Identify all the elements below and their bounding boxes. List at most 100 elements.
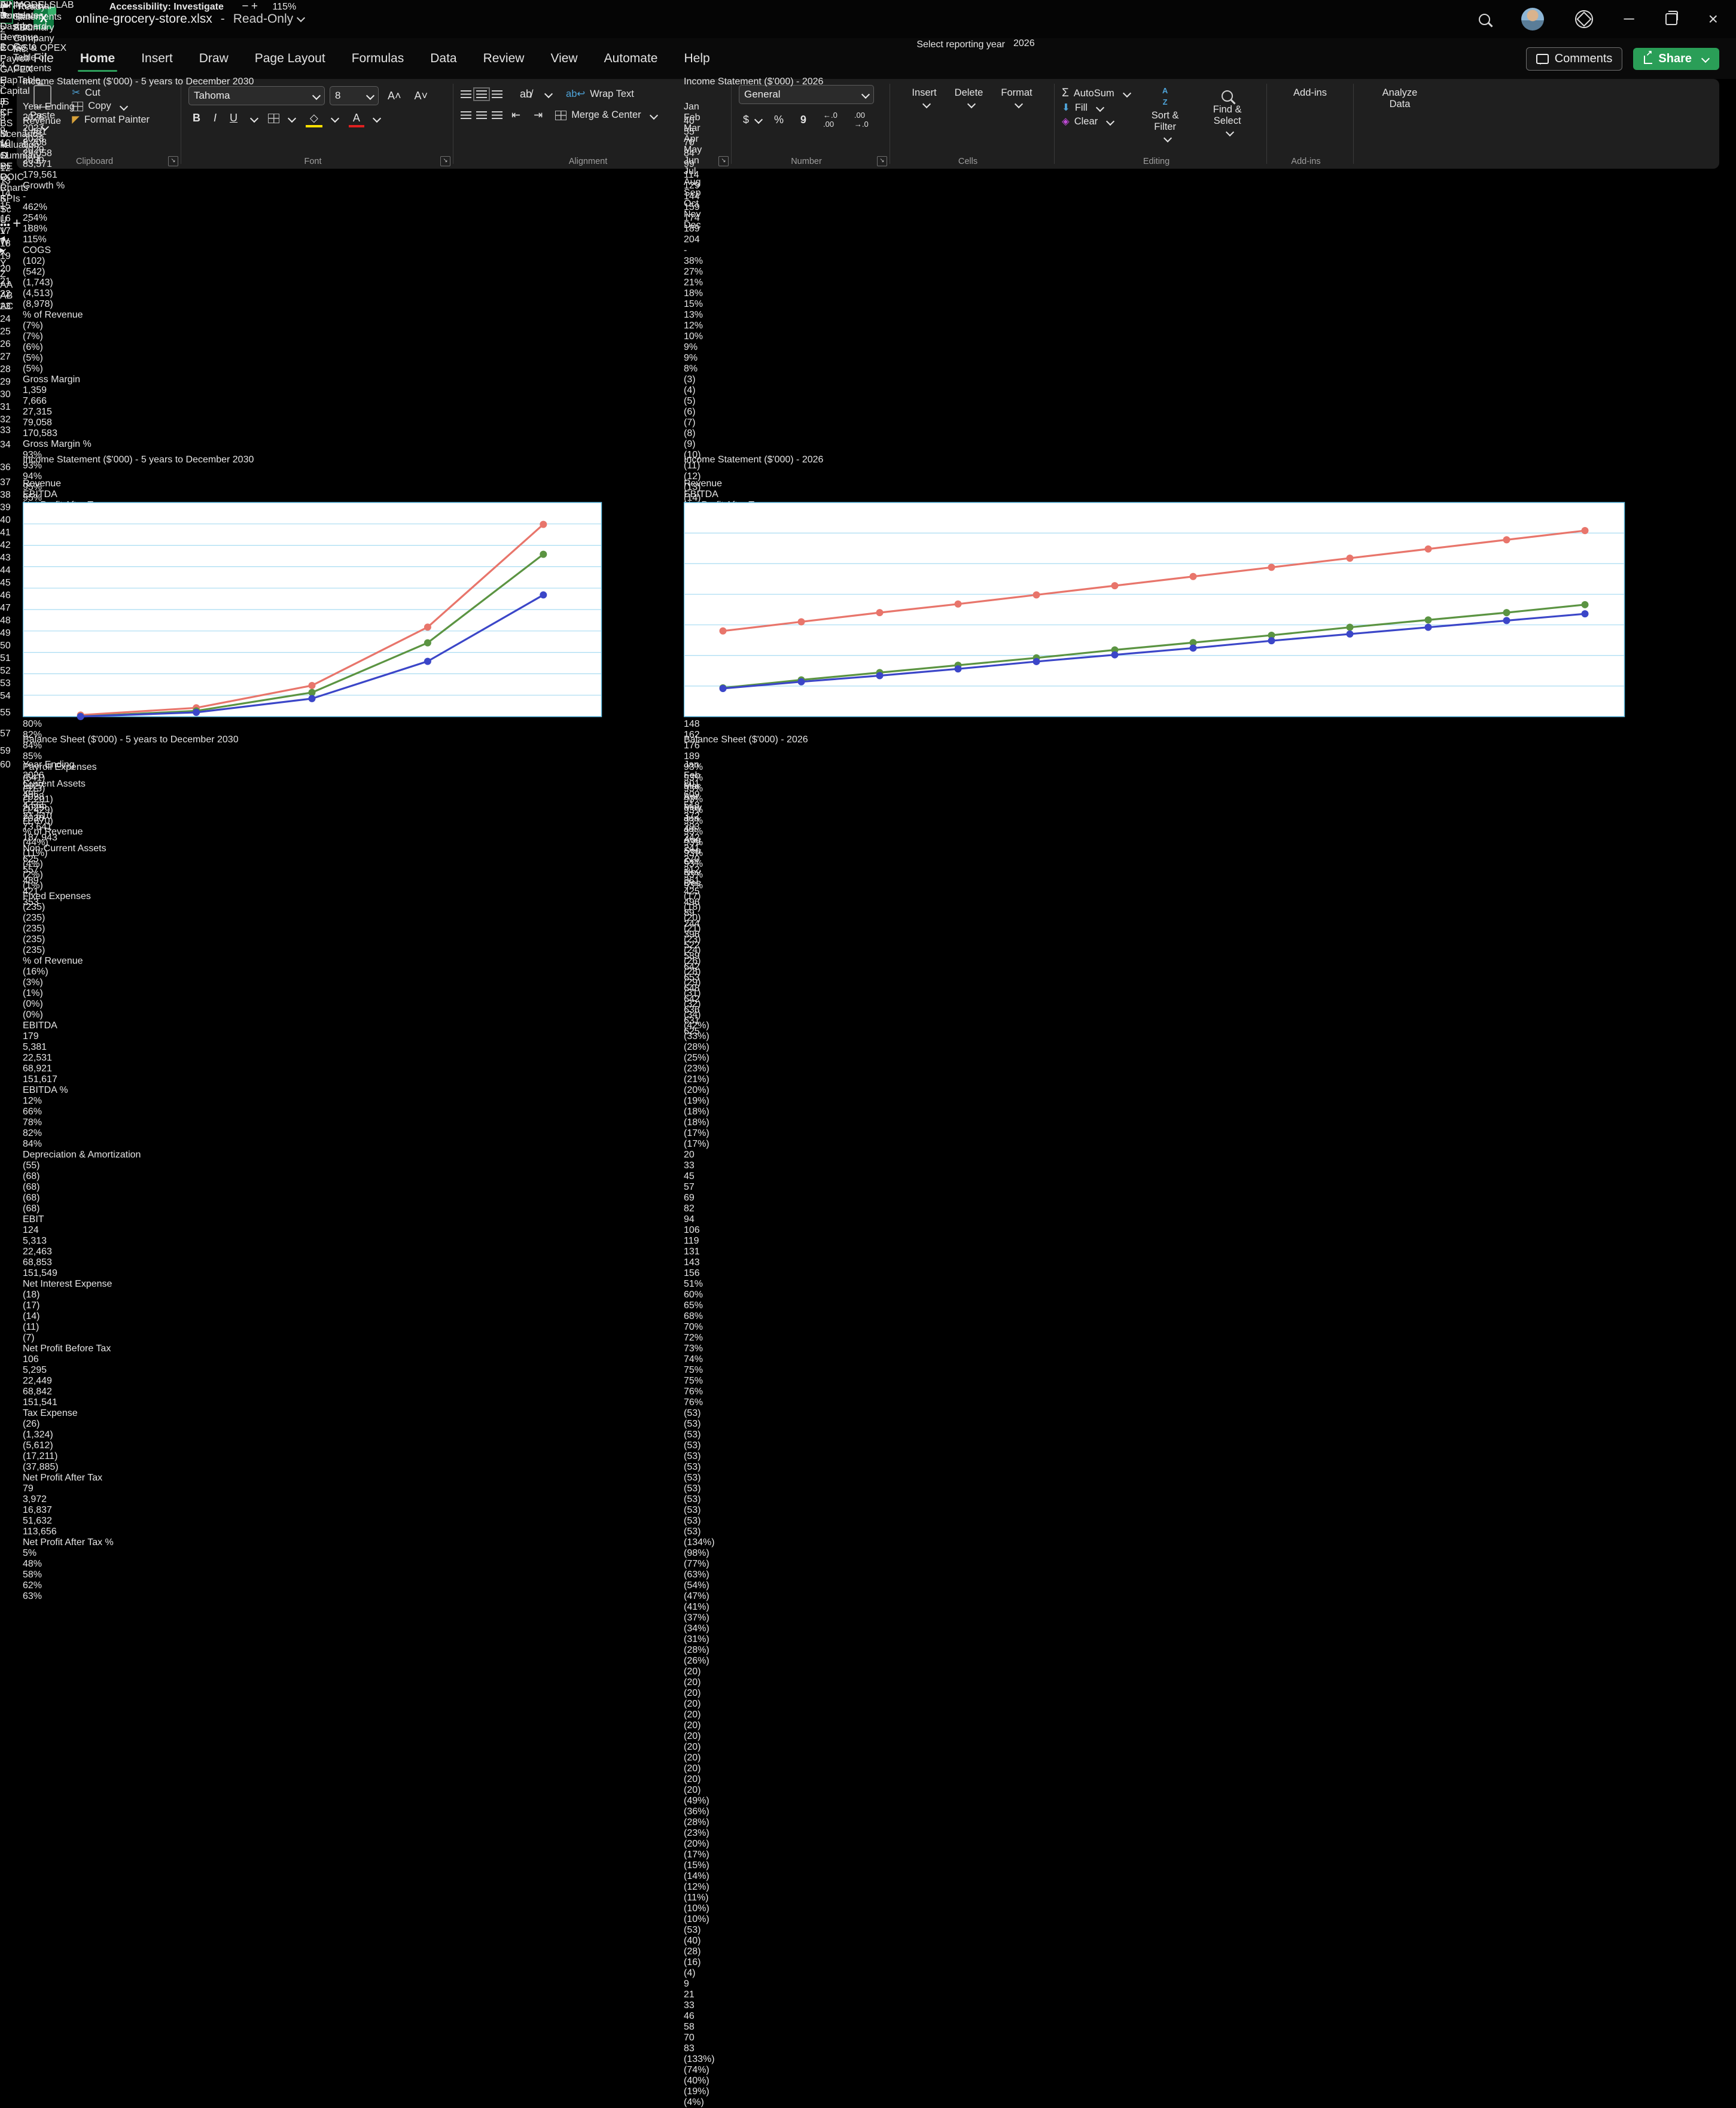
table-cell[interactable]: (17%) (684, 1139, 754, 1150)
autosum-button[interactable]: Σ AutoSum (1062, 87, 1131, 100)
table-cell[interactable]: 174 (684, 213, 754, 224)
table-cell[interactable]: 179 (23, 1031, 84, 1042)
table-cell[interactable]: (20%) (684, 1839, 754, 1850)
table-cell[interactable]: 5,313 (23, 1236, 84, 1247)
row-header-24[interactable]: 24 (0, 313, 11, 325)
table-cell[interactable]: (19%) (684, 2086, 754, 2097)
table-cell[interactable]: 82% (23, 1128, 84, 1139)
table-cell[interactable]: (23%) (684, 1828, 754, 1839)
table-cell[interactable]: 204 (684, 234, 754, 245)
sheet-tab-be[interactable]: BE (0, 162, 66, 172)
table-cell[interactable]: (55) (23, 1160, 84, 1171)
table-cell[interactable]: 70% (684, 1322, 754, 1333)
table-cell[interactable]: (7%) (23, 331, 84, 342)
table-cell[interactable]: 151,617 (23, 1074, 84, 1085)
table-cell[interactable]: 79,058 (23, 418, 84, 428)
table-cell[interactable]: 73,641 (23, 822, 84, 833)
row-header-49[interactable]: 49 (0, 627, 11, 639)
table-cell[interactable]: 9% (684, 342, 754, 353)
table-cell[interactable]: 75% (684, 1365, 754, 1376)
table-cell[interactable]: (53) (684, 1925, 754, 1936)
table-cell[interactable]: (41%) (684, 1602, 754, 1613)
table-cell[interactable]: (542) (23, 267, 84, 278)
table-cell[interactable]: (68) (23, 1193, 84, 1204)
income-statement-monthly-table[interactable]: 40 55 70 84 99 114 129 144 159 174 189 204-38% 27% 21… (684, 116, 1667, 2108)
menu-tab-help[interactable]: Help (671, 43, 723, 74)
horizontal-scrollbar[interactable]: ◂ ▸ (0, 232, 66, 256)
table-cell[interactable]: (37,885) (23, 1462, 84, 1473)
close-button[interactable]: × (1708, 11, 1718, 28)
row-header-36[interactable]: 36 (0, 459, 11, 476)
table-cell[interactable]: 21 (684, 1990, 754, 2000)
table-cell[interactable]: (26%) (684, 1656, 754, 1667)
table-cell[interactable]: - (684, 245, 754, 256)
table-cell[interactable]: 648 (684, 983, 754, 994)
wrap-text-button[interactable]: ab↩ Wrap Text (566, 88, 634, 100)
table-cell[interactable]: 57 (684, 1182, 754, 1193)
table-cell[interactable]: 187,943 (23, 833, 84, 843)
table-cell[interactable]: 4,565 (23, 800, 84, 811)
sheet-tab-scenarios[interactable]: Scenarios (0, 129, 66, 140)
sheet-tab-payroll[interactable]: Payroll (0, 54, 66, 65)
more-sheets-button[interactable]: ••• (0, 220, 10, 230)
menu-tab-draw[interactable]: Draw (186, 43, 242, 74)
table-cell[interactable]: 312 (684, 865, 754, 876)
table-cell[interactable]: 18% (684, 288, 754, 299)
table-cell[interactable]: 642 (684, 962, 754, 973)
table-cell[interactable]: 124 (23, 1225, 84, 1236)
table-cell[interactable]: (5,612) (23, 1440, 84, 1451)
table-cell[interactable]: 625 (684, 1026, 754, 1037)
read-only-badge[interactable]: Read-Only (233, 12, 306, 26)
search-icon[interactable] (1478, 13, 1490, 25)
add-sheet-button[interactable]: + (13, 215, 21, 231)
table-cell[interactable]: (53) (684, 1408, 754, 1419)
table-cell[interactable]: (17%) (684, 1128, 754, 1139)
table-cell[interactable]: 27,315 (23, 407, 84, 418)
table-cell[interactable]: 131 (684, 1247, 754, 1257)
table-cell[interactable]: (17,211) (23, 1451, 84, 1462)
row-header-55[interactable]: 55 (0, 702, 11, 723)
row-label[interactable]: Gross Margin (23, 374, 305, 385)
table-cell[interactable]: (5%) (23, 364, 84, 374)
table-cell[interactable]: 27% (684, 267, 754, 278)
row-label[interactable]: Net Profit Before Tax (23, 1344, 305, 1354)
table-cell[interactable]: 21,610 (23, 811, 84, 822)
sheet-tab-cogs-opex[interactable]: COGS & OPEX (0, 43, 66, 54)
table-cell[interactable]: 68% (684, 1311, 754, 1322)
row-header-34[interactable]: 34 (0, 435, 11, 455)
table-cell[interactable]: (68) (23, 1171, 84, 1182)
table-cell[interactable]: 65% (684, 1300, 754, 1311)
table-cell[interactable]: (134%) (684, 1537, 754, 1548)
table-cell[interactable]: (34%) (684, 1623, 754, 1634)
row-header-43[interactable]: 43 (0, 552, 11, 564)
table-cell[interactable]: (235) (23, 934, 84, 945)
table-cell[interactable]: 51,632 (23, 1516, 84, 1527)
row-label[interactable]: EBITDA (23, 1021, 305, 1031)
table-cell[interactable]: 496 (684, 897, 754, 908)
table-cell[interactable]: 353 (23, 897, 84, 908)
sheet-tab-dashboard[interactable]: Dashboard (0, 22, 66, 32)
table-cell[interactable]: 79 (23, 1483, 84, 1494)
table-cell[interactable]: (20) (684, 1785, 754, 1796)
table-cell[interactable]: 241 (684, 843, 754, 854)
row-header-51[interactable]: 51 (0, 652, 11, 665)
table-cell[interactable]: 636 (684, 1005, 754, 1016)
table-cell[interactable]: (5%) (23, 353, 84, 364)
orientation-button[interactable]: ab̸ (516, 87, 536, 101)
row-header-38[interactable]: 38 (0, 489, 11, 501)
table-cell[interactable]: 78% (23, 1117, 84, 1128)
row-header-50[interactable]: 50 (0, 639, 11, 652)
row-header-23[interactable]: 23 (0, 300, 11, 313)
table-cell[interactable]: (68) (23, 1182, 84, 1193)
table-cell[interactable]: 82 (684, 1204, 754, 1214)
menu-tab-insert[interactable]: Insert (128, 43, 186, 74)
row-label[interactable]: % of Revenue (23, 310, 305, 321)
table-cell[interactable]: (12%) (684, 1882, 754, 1893)
table-cell[interactable]: (133%) (684, 2054, 754, 2065)
sheet-tab-sc[interactable]: Sc (0, 205, 66, 215)
table-cell[interactable]: (53) (684, 1451, 754, 1462)
row-header-41[interactable]: 41 (0, 526, 11, 539)
select-year-input[interactable]: 2026 (1013, 38, 1035, 49)
table-cell[interactable]: (18) (23, 1290, 84, 1300)
table-cell[interactable]: 76% (684, 1387, 754, 1397)
